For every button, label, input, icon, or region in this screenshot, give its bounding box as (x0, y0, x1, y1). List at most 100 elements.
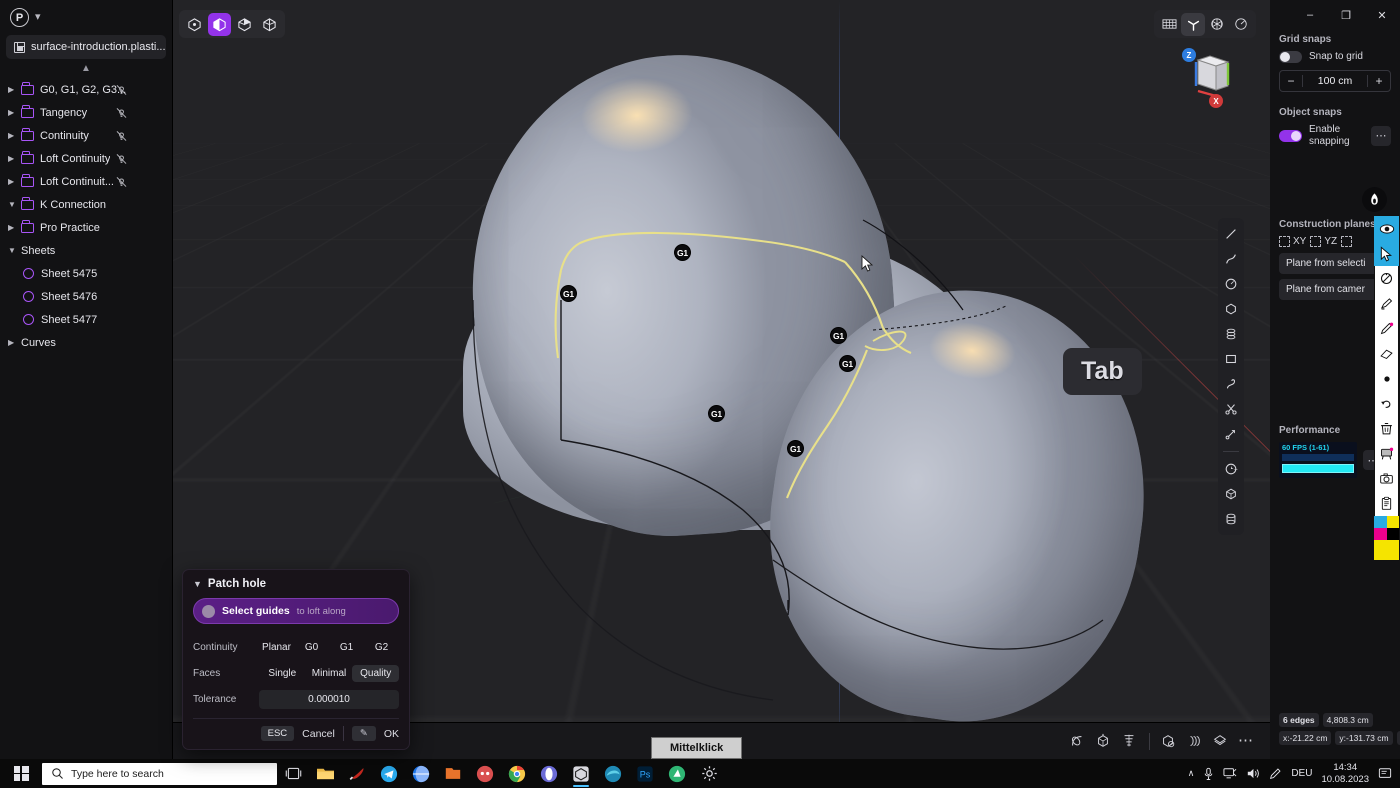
sidebar-item-continuity[interactable]: ▶ Continuity (0, 124, 172, 147)
network-icon[interactable] (1223, 767, 1237, 780)
grid-icon[interactable] (1157, 13, 1181, 36)
ccleaner-icon[interactable] (341, 759, 373, 788)
line-tool-icon[interactable] (1220, 223, 1242, 245)
patch-hole-dialog[interactable]: ▼ Patch hole Select guides to loft along… (182, 569, 410, 750)
axes-icon[interactable] (1181, 13, 1205, 36)
app-logo-icon[interactable]: P (10, 8, 29, 27)
continuity-marker-g1[interactable]: G1 (830, 327, 847, 344)
file-explorer-icon[interactable] (309, 759, 341, 788)
maximize-button[interactable]: ❐ (1328, 0, 1364, 30)
grid-size-value[interactable]: 100 cm (1302, 75, 1368, 87)
continuity-option-g0[interactable]: G0 (294, 639, 329, 656)
files-icon[interactable] (437, 759, 469, 788)
start-button[interactable] (0, 759, 42, 788)
no-draw-icon[interactable] (1374, 266, 1399, 291)
continuity-option-g1[interactable]: G1 (329, 639, 364, 656)
sidebar-item-tangency[interactable]: ▶ Tangency (0, 101, 172, 124)
thicken-icon[interactable] (1182, 729, 1206, 753)
highlighter-icon[interactable] (1374, 291, 1399, 316)
viewcube-z-label[interactable]: Z (1182, 48, 1196, 62)
ok-button[interactable]: OK (384, 728, 399, 740)
continuity-option-planar[interactable]: Planar (259, 639, 294, 656)
grid-size-stepper[interactable]: − 100 cm + (1279, 70, 1391, 92)
plasticity-icon[interactable] (565, 759, 597, 788)
sidebar-item-sheet-5475[interactable]: Sheet 5475 (0, 262, 172, 285)
tray-chevron-icon[interactable]: ∧ (1188, 768, 1195, 779)
file-name-pill[interactable]: surface-introduction.plasti... (6, 35, 166, 59)
collapse-outliner-button[interactable]: ▲ (0, 59, 172, 76)
view-cube[interactable]: Z X (1178, 46, 1240, 108)
lightbulb-off-icon[interactable] (115, 106, 128, 120)
chevron-right-icon[interactable]: ▶ (8, 108, 21, 117)
continuity-marker-g1[interactable]: G1 (787, 440, 804, 457)
sidebar-item-pro-practice[interactable]: ▶ Pro Practice (0, 216, 172, 239)
continuity-marker-g1[interactable]: G1 (708, 405, 725, 422)
grid-size-increment-button[interactable]: + (1368, 74, 1390, 88)
coil-tool-icon[interactable] (1220, 323, 1242, 345)
cancel-button[interactable]: Cancel (302, 728, 335, 740)
language-indicator[interactable]: DEU (1291, 768, 1312, 779)
task-view-icon[interactable] (277, 759, 309, 788)
chevron-right-icon[interactable]: ▶ (8, 223, 21, 232)
visibility-eye-icon[interactable] (1374, 216, 1399, 241)
opera-icon[interactable] (533, 759, 565, 788)
sidebar-item-k-connection[interactable]: ▼ K Connection (0, 193, 172, 216)
view-mode-wireframe-button[interactable] (258, 13, 281, 36)
continuity-option-g2[interactable]: G2 (364, 639, 399, 656)
box-primitive-icon[interactable] (1220, 483, 1242, 505)
plane-xy-button[interactable]: XY (1279, 236, 1306, 247)
enable-snapping-row[interactable]: Enable snapping ⋯ (1279, 124, 1391, 147)
lightbulb-off-icon[interactable] (115, 83, 128, 97)
snap-to-grid-toggle[interactable] (1279, 51, 1302, 63)
chevron-right-icon[interactable]: ▶ (8, 85, 21, 94)
epic-pen-logo-icon[interactable] (1362, 187, 1387, 212)
sidebar-item-sheet-5476[interactable]: Sheet 5476 (0, 285, 172, 308)
snowflake-icon[interactable] (1205, 13, 1229, 36)
chevron-right-icon[interactable]: ▶ (8, 177, 21, 186)
continuity-marker-g1[interactable]: G1 (560, 285, 577, 302)
taskbar-search-box[interactable]: Type here to search (42, 763, 277, 785)
spline-tool-icon[interactable] (1220, 373, 1242, 395)
viewcube-x-label[interactable]: X (1209, 94, 1223, 108)
chevron-right-icon[interactable]: ▶ (8, 131, 21, 140)
swatch-black[interactable] (1387, 528, 1400, 540)
pen-icon[interactable] (1374, 316, 1399, 341)
volume-icon[interactable] (1246, 767, 1260, 780)
close-button[interactable]: ✕ (1364, 0, 1400, 30)
swatch-yellow[interactable] (1387, 516, 1400, 528)
polygon-tool-icon[interactable] (1220, 298, 1242, 320)
view-mode-shaded-button[interactable] (208, 13, 231, 36)
plane-zx-button[interactable] (1341, 236, 1352, 247)
chevron-right-icon[interactable]: ▶ (8, 154, 21, 163)
undo-icon[interactable] (1374, 391, 1399, 416)
scissors-tool-icon[interactable] (1220, 398, 1242, 420)
sidebar-item-curves[interactable]: ▶ Curves (0, 331, 172, 354)
edge-icon[interactable] (597, 759, 629, 788)
plane-yz-button[interactable]: YZ (1310, 236, 1337, 247)
shell-icon[interactable] (1091, 729, 1115, 753)
clock[interactable]: 14:34 10.08.2023 (1321, 762, 1369, 786)
cylinder-primitive-icon[interactable] (1220, 508, 1242, 530)
grid-size-decrement-button[interactable]: − (1280, 74, 1302, 88)
trash-icon[interactable] (1374, 416, 1399, 441)
eraser-icon[interactable] (1374, 341, 1399, 366)
slice-icon[interactable] (1156, 729, 1180, 753)
discord-icon[interactable] (469, 759, 501, 788)
view-mode-edges-button[interactable] (233, 13, 256, 36)
faces-option-single[interactable]: Single (259, 665, 306, 682)
unfold-icon[interactable] (1208, 729, 1232, 753)
swatch-cyan[interactable] (1374, 516, 1387, 528)
whiteboard-icon[interactable] (1374, 441, 1399, 466)
notifications-icon[interactable] (1378, 767, 1392, 780)
sidebar-item-loft-continuity-2[interactable]: ▶ Loft Continuit... (0, 170, 172, 193)
enable-snapping-toggle[interactable] (1279, 130, 1302, 142)
rectangle-tool-icon[interactable] (1220, 348, 1242, 370)
chevron-down-icon[interactable]: ▼ (8, 200, 21, 209)
continuity-marker-g1[interactable]: G1 (674, 244, 691, 261)
snap-to-grid-row[interactable]: Snap to grid (1279, 51, 1391, 63)
microphone-icon[interactable] (1203, 767, 1214, 781)
screenshot-camera-icon[interactable] (1374, 466, 1399, 491)
swatch-magenta[interactable] (1374, 528, 1387, 540)
curve-tool-icon[interactable] (1220, 248, 1242, 270)
swatch-active-yellow[interactable] (1374, 540, 1399, 560)
